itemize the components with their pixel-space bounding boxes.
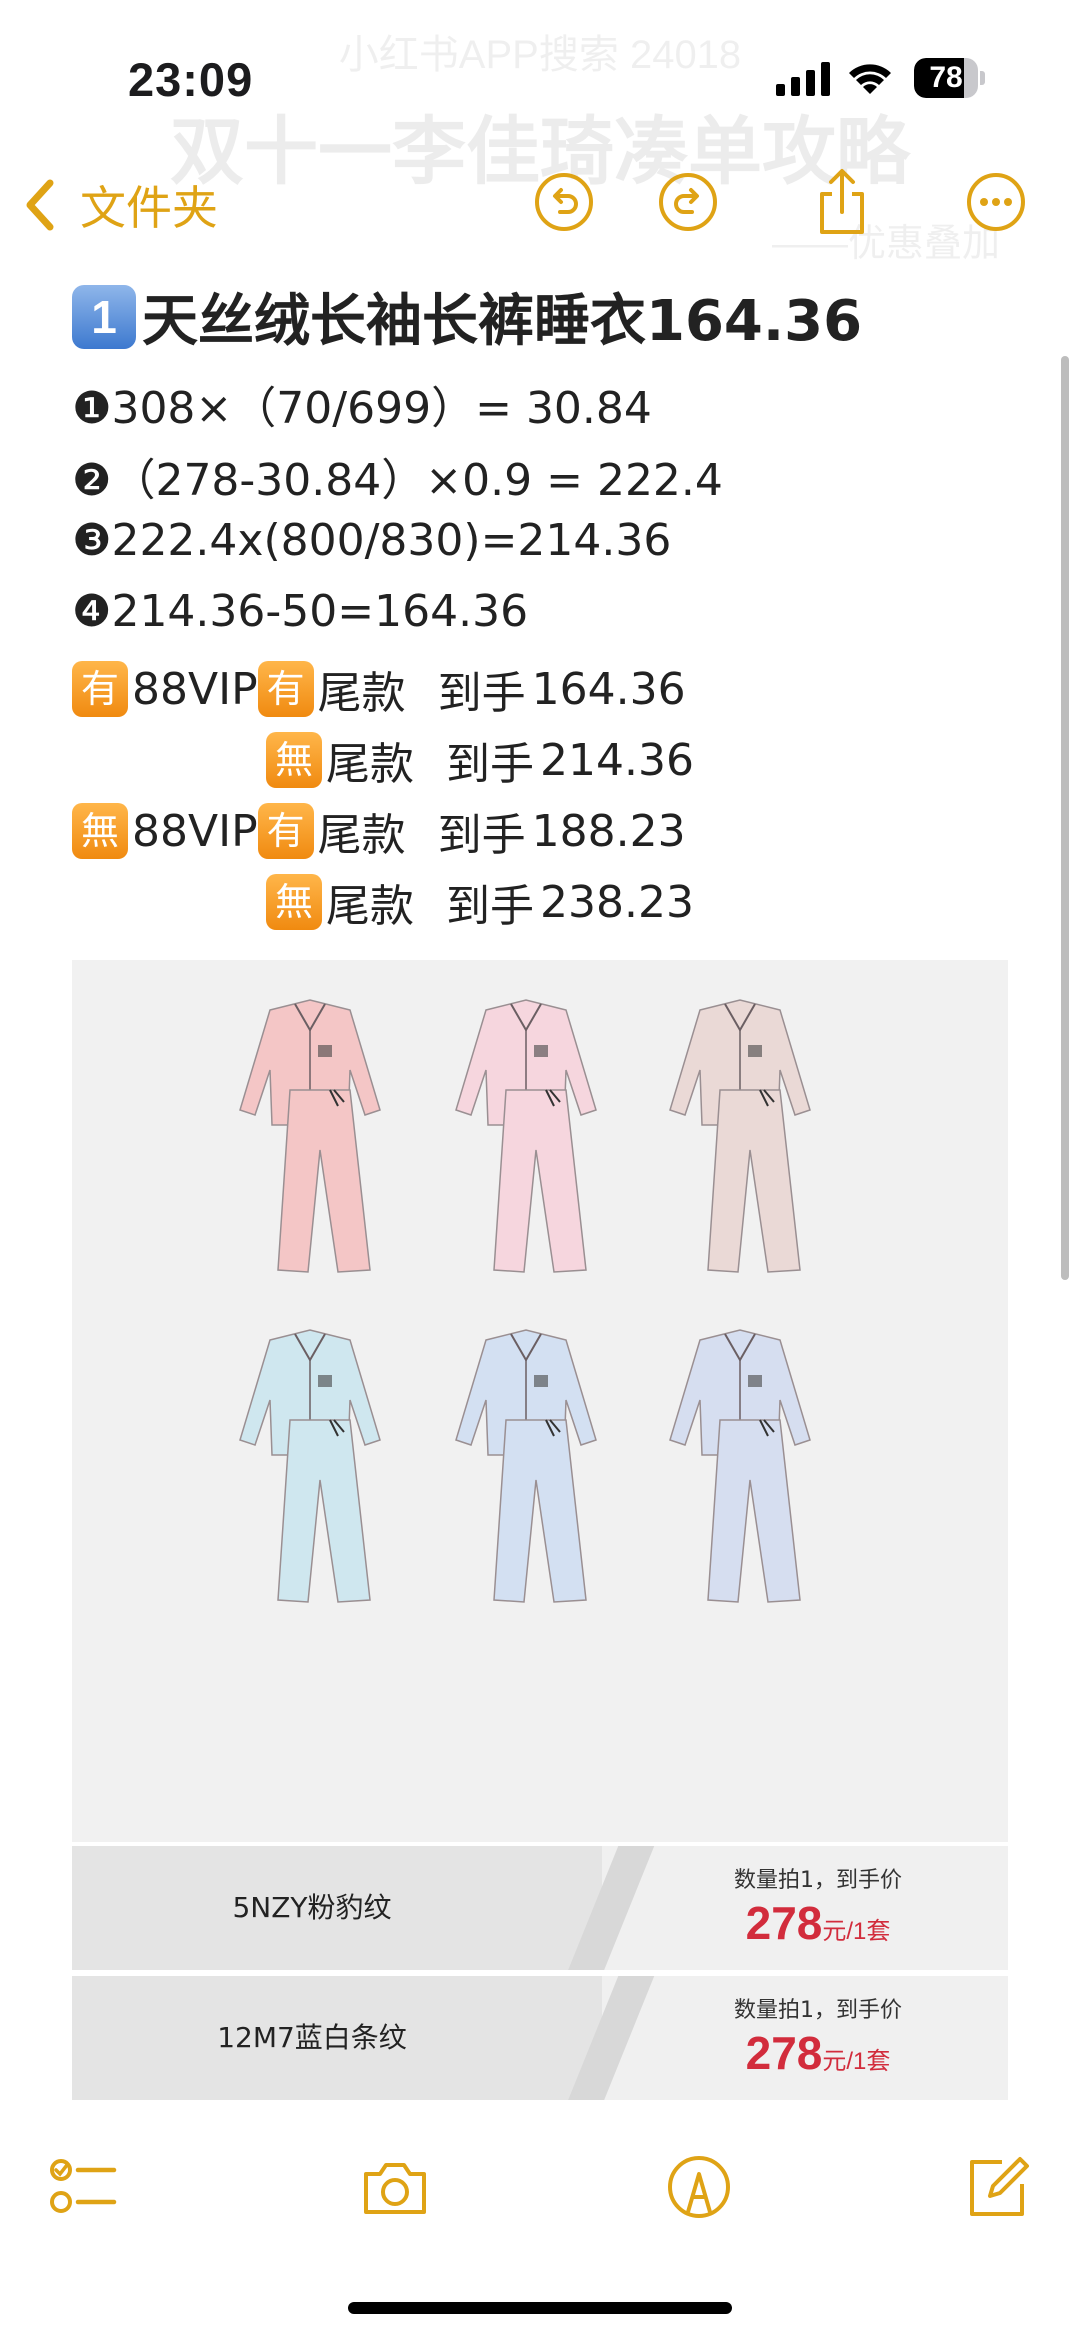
arrive-label: 到手	[437, 810, 526, 861]
back-label: 文件夹	[80, 181, 218, 235]
none-badge: 無	[72, 803, 128, 859]
spec-price-value: 278	[745, 1897, 823, 1949]
undo-icon[interactable]	[534, 172, 594, 232]
spec-name: 5NZY粉豹纹	[232, 1891, 392, 1924]
vip-label: 88VIP	[132, 663, 258, 715]
cellular-signal-icon	[776, 62, 830, 96]
spec-option-row: 5NZY粉豹纹 数量拍1，到手价 278元/1套	[72, 1846, 1008, 1970]
pajama-set-image	[455, 1329, 597, 1603]
note-title[interactable]: 1 天丝绒长袖长裤睡衣164.36	[72, 276, 862, 357]
spec-name: 12M7蓝白条纹	[217, 2021, 407, 2054]
home-indicator[interactable]	[348, 2302, 732, 2314]
none-badge: 無	[266, 874, 322, 930]
has-badge: 有	[257, 803, 314, 859]
pajama-set-image	[455, 999, 597, 1273]
arrive-label: 到手	[446, 739, 534, 790]
redo-icon[interactable]	[658, 172, 718, 232]
spec-option-row: 12M7蓝白条纹 数量拍1，到手价 278元/1套	[72, 1976, 1008, 2100]
markup-icon[interactable]	[664, 2152, 734, 2222]
vip-label: 88VIP	[132, 805, 258, 857]
summary-row: 無 尾款 到手 214.36	[266, 728, 694, 792]
calc-line: ❹214.36-50=164.36	[72, 586, 529, 637]
scrollbar[interactable]	[1061, 356, 1069, 1280]
summary-row: 無 88VIP 有 尾款 到手 188.23	[72, 799, 686, 863]
arrive-label: 到手	[446, 881, 534, 932]
spec-price-value: 278	[745, 2027, 823, 2079]
camera-icon[interactable]	[360, 2152, 430, 2222]
pajama-set-image	[669, 1329, 811, 1603]
spec-price-hint: 数量拍1，到手价	[734, 1998, 902, 2023]
note-title-text: 天丝绒长袖长裤睡衣164.36	[142, 289, 863, 354]
summary-row: 有 88VIP 有 尾款 到手 164.36	[72, 657, 686, 721]
tail-label: 尾款	[326, 881, 414, 932]
has-badge: 有	[72, 661, 128, 717]
has-badge: 有	[257, 661, 314, 717]
more-icon[interactable]	[966, 172, 1026, 232]
arrive-label: 到手	[437, 668, 526, 719]
back-to-folders-button[interactable]: 文件夹	[22, 172, 218, 238]
chevron-left-icon	[26, 179, 54, 231]
spec-price-hint: 数量拍1，到手价	[734, 1868, 902, 1893]
final-price: 214.36	[540, 734, 694, 786]
summary-row: 無 尾款 到手 238.23	[266, 870, 694, 934]
none-badge: 無	[266, 732, 322, 788]
status-time: 23:09	[128, 53, 254, 106]
checklist-icon[interactable]	[48, 2152, 118, 2222]
spec-price-unit: 元/1套	[822, 1918, 891, 1945]
keycap-number: 1	[72, 284, 136, 349]
final-price: 238.23	[540, 876, 694, 928]
battery-percent: 78	[929, 61, 963, 94]
share-icon[interactable]	[812, 168, 872, 236]
wifi-icon	[849, 64, 891, 94]
calc-line: ❸222.4x(800/830)=214.36	[72, 515, 672, 566]
product-image[interactable]	[72, 960, 1008, 1842]
spec-price: 278元/1套	[628, 2026, 1008, 2080]
calc-line: ❶308×（70/699）= 30.84	[72, 383, 652, 434]
calc-line: ❷（278-30.84）×0.9 = 222.4	[72, 455, 723, 506]
pajama-set-image	[239, 1329, 381, 1603]
final-price: 188.23	[531, 805, 686, 857]
battery-icon: 78	[914, 58, 986, 98]
tail-label: 尾款	[317, 668, 406, 719]
compose-icon[interactable]	[962, 2152, 1032, 2222]
pajama-set-image	[239, 999, 381, 1273]
spec-price: 278元/1套	[628, 1896, 1008, 1950]
tail-label: 尾款	[326, 739, 414, 790]
spec-price-unit: 元/1套	[822, 2048, 891, 2075]
tail-label: 尾款	[317, 810, 406, 861]
pajama-set-image	[669, 999, 811, 1273]
final-price: 164.36	[531, 663, 686, 715]
